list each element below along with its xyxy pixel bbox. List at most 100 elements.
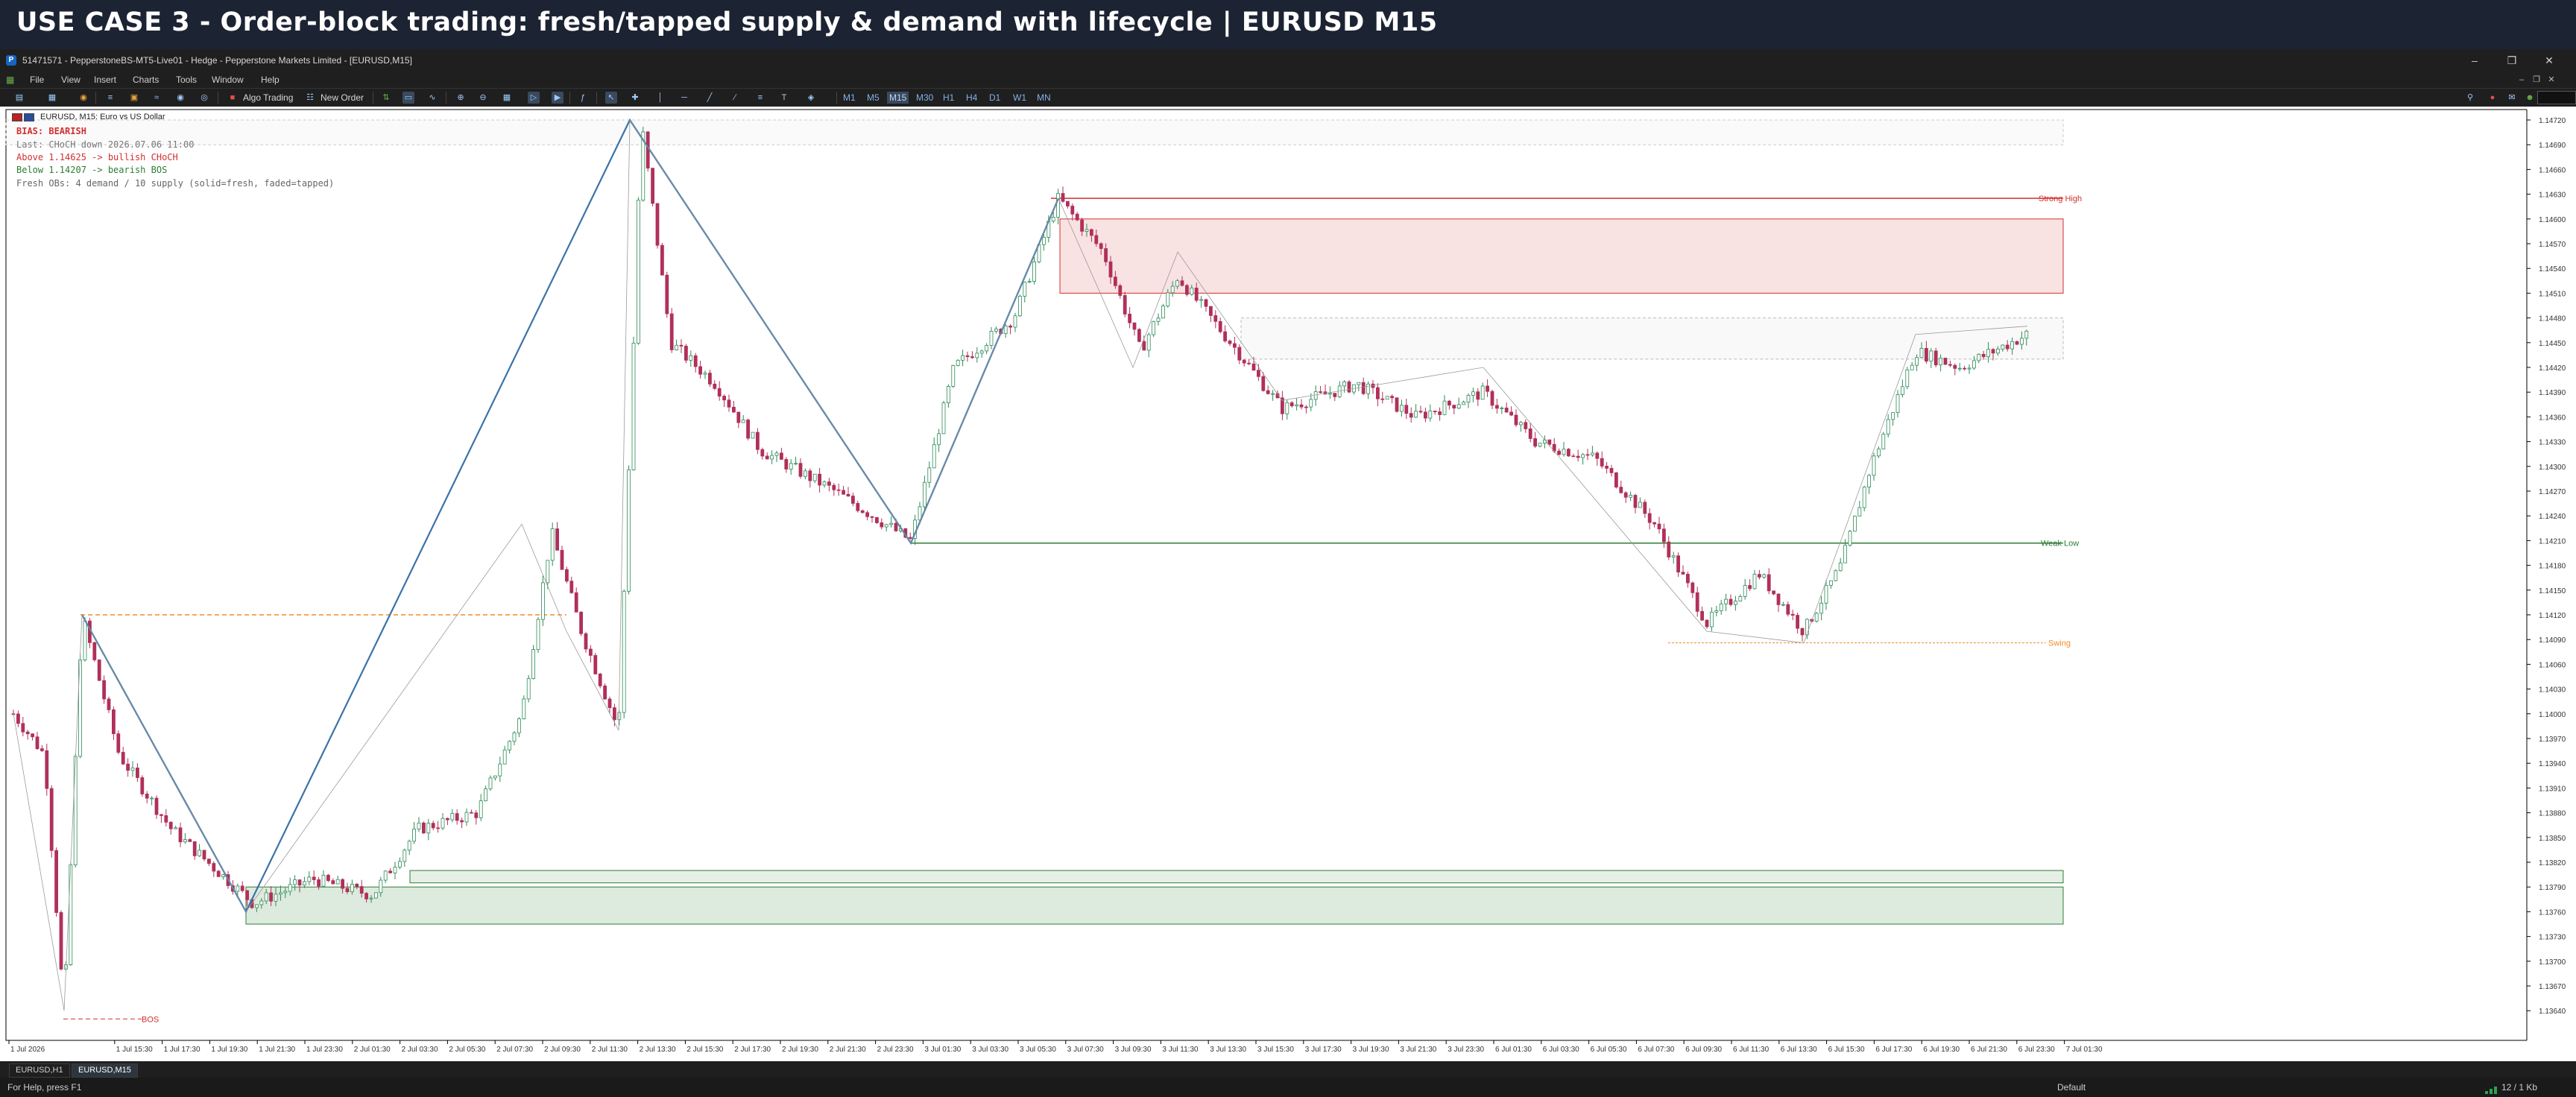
menu-tools[interactable]: Tools bbox=[176, 75, 197, 85]
bull-candle bbox=[675, 344, 678, 350]
bear-candle bbox=[1943, 358, 1948, 365]
algo-trading-button[interactable]: Algo Trading bbox=[243, 92, 293, 103]
fibonacci-icon[interactable]: ≡ bbox=[754, 92, 766, 104]
channel-icon[interactable]: ∕ bbox=[729, 92, 741, 104]
app-menu-icon[interactable]: ▦ bbox=[6, 75, 14, 85]
close-icon[interactable]: ✕ bbox=[2542, 54, 2557, 67]
zoom-out-icon[interactable]: ⊖ bbox=[477, 92, 489, 104]
bull-candle bbox=[1900, 386, 1904, 395]
chart-window[interactable]: Strong High Weak Low Swing BOS 1.14720 1.146… bbox=[0, 107, 2576, 1061]
zoom-in-icon[interactable]: ⊕ bbox=[455, 92, 467, 104]
one-click-trading-icon[interactable]: ⇅ bbox=[380, 92, 392, 104]
new-chart-icon[interactable]: ▤ bbox=[13, 92, 25, 104]
timeframe-m15[interactable]: M15 bbox=[887, 92, 909, 104]
profiles-icon[interactable]: ▦ bbox=[46, 92, 58, 104]
bull-candle bbox=[274, 894, 278, 902]
metaeditor-icon[interactable]: ◉ bbox=[78, 92, 89, 104]
menu-file[interactable]: File bbox=[30, 75, 44, 85]
bear-candle bbox=[684, 346, 688, 361]
ide-icon[interactable]: ≡ bbox=[104, 92, 116, 104]
grid-icon[interactable]: ▦ bbox=[501, 92, 513, 104]
notifications-icon[interactable]: ● bbox=[2487, 92, 2498, 104]
mdi-restore-icon[interactable]: ❐ bbox=[2531, 75, 2542, 85]
price-tick-label: 1.13670 bbox=[2539, 983, 2566, 991]
timeframe-h4[interactable]: H4 bbox=[964, 92, 979, 104]
indicators-icon[interactable]: ƒ bbox=[577, 92, 589, 104]
menu-help[interactable]: Help bbox=[261, 75, 280, 85]
chat-icon[interactable]: ✉ bbox=[2506, 92, 2518, 104]
vertical-line-icon[interactable]: │ bbox=[654, 92, 666, 104]
bar-chart-icon[interactable]: ▭ bbox=[402, 92, 414, 104]
tab-eurusd-m15[interactable]: EURUSD,M15 bbox=[72, 1063, 138, 1078]
cursor-icon[interactable]: ↖ bbox=[605, 92, 617, 104]
bear-candle bbox=[965, 355, 970, 357]
signal-strength-bar bbox=[2494, 1087, 2497, 1094]
horizontal-line-icon[interactable]: ─ bbox=[678, 92, 690, 104]
timeframe-m5[interactable]: M5 bbox=[865, 92, 882, 104]
time-tick-label: 6 Jul 07:30 bbox=[1638, 1046, 1674, 1054]
auto-scroll-icon[interactable]: ▷ bbox=[528, 92, 540, 104]
price-chart[interactable]: Strong High Weak Low Swing BOS 1.14720 1.146… bbox=[0, 107, 2576, 1061]
menu-charts[interactable]: Charts bbox=[133, 75, 159, 85]
time-tick-label: 3 Jul 09:30 bbox=[1115, 1046, 1152, 1054]
toolbar-separator bbox=[569, 92, 570, 104]
bear-candle bbox=[1213, 315, 1218, 322]
bull-candle bbox=[1285, 402, 1289, 414]
bull-candle bbox=[1013, 315, 1017, 328]
account-icon[interactable]: ☻ bbox=[2524, 92, 2536, 104]
search-icon[interactable]: ⚲ bbox=[2464, 92, 2476, 104]
mdi-close-icon[interactable]: ✕ bbox=[2546, 75, 2557, 85]
tab-eurusd-h1[interactable]: EURUSD,H1 bbox=[9, 1063, 70, 1078]
crosshair-icon[interactable]: ✚ bbox=[629, 92, 641, 104]
mdi-minimize-icon[interactable]: – bbox=[2516, 75, 2527, 85]
minimize-icon[interactable]: – bbox=[2467, 54, 2482, 67]
bear-candle bbox=[1123, 295, 1127, 314]
price-tick-label: 1.14000 bbox=[2539, 711, 2566, 719]
timeframe-h1[interactable]: H1 bbox=[941, 92, 956, 104]
timeframe-mn[interactable]: MN bbox=[1035, 92, 1053, 104]
new-order-icon[interactable]: ☷ bbox=[304, 92, 316, 104]
market-icon[interactable]: ▣ bbox=[128, 92, 140, 104]
price-tick-label: 1.14450 bbox=[2539, 340, 2566, 348]
line-chart-icon[interactable]: ∿ bbox=[426, 92, 438, 104]
chart-shift-icon[interactable]: ▶ bbox=[552, 92, 564, 104]
shapes-icon[interactable]: ◈ bbox=[805, 92, 817, 104]
bull-candle bbox=[402, 850, 407, 862]
bear-candle bbox=[1609, 468, 1614, 473]
bull-candle bbox=[1003, 325, 1008, 334]
bull-candle bbox=[1848, 531, 1852, 546]
bear-candle bbox=[1685, 574, 1690, 584]
timeframe-m1[interactable]: M1 bbox=[841, 92, 858, 104]
new-order-button[interactable]: New Order bbox=[321, 92, 364, 103]
bull-candle bbox=[550, 528, 555, 561]
vps-icon[interactable]: ◉ bbox=[174, 92, 186, 104]
menu-insert[interactable]: Insert bbox=[94, 75, 116, 85]
bull-candle bbox=[1919, 348, 1924, 358]
text-tool-icon[interactable]: T bbox=[778, 92, 790, 104]
bear-candle bbox=[1796, 615, 1800, 629]
time-tick-label: 6 Jul 21:30 bbox=[1971, 1046, 2007, 1054]
strategy-tester-icon[interactable]: ◎ bbox=[198, 92, 210, 104]
bull-candle bbox=[335, 879, 340, 885]
time-tick-label: 3 Jul 05:30 bbox=[1020, 1046, 1056, 1054]
timeframe-d1[interactable]: D1 bbox=[987, 92, 1003, 104]
timeframe-w1[interactable]: W1 bbox=[1011, 92, 1029, 104]
bear-candle bbox=[1452, 405, 1456, 409]
bear-candle bbox=[1266, 390, 1270, 394]
trendline-icon[interactable]: ╱ bbox=[704, 92, 716, 104]
search-input[interactable] bbox=[2537, 91, 2576, 104]
price-tick-label: 1.14150 bbox=[2539, 587, 2566, 595]
bear-candle bbox=[842, 490, 845, 495]
restore-icon[interactable]: ❐ bbox=[2504, 54, 2519, 67]
menu-window[interactable]: Window bbox=[212, 75, 244, 85]
bull-candle bbox=[369, 897, 373, 900]
menu-view[interactable]: View bbox=[61, 75, 80, 85]
bear-candle bbox=[856, 503, 860, 511]
bear-candle bbox=[1237, 347, 1242, 361]
algo-trading-icon[interactable]: ■ bbox=[227, 92, 239, 104]
bull-candle bbox=[278, 892, 282, 895]
bull-candle bbox=[937, 433, 941, 446]
signals-icon[interactable]: ≈ bbox=[151, 92, 162, 104]
timeframe-m30[interactable]: M30 bbox=[914, 92, 935, 104]
bull-candle bbox=[174, 827, 178, 829]
